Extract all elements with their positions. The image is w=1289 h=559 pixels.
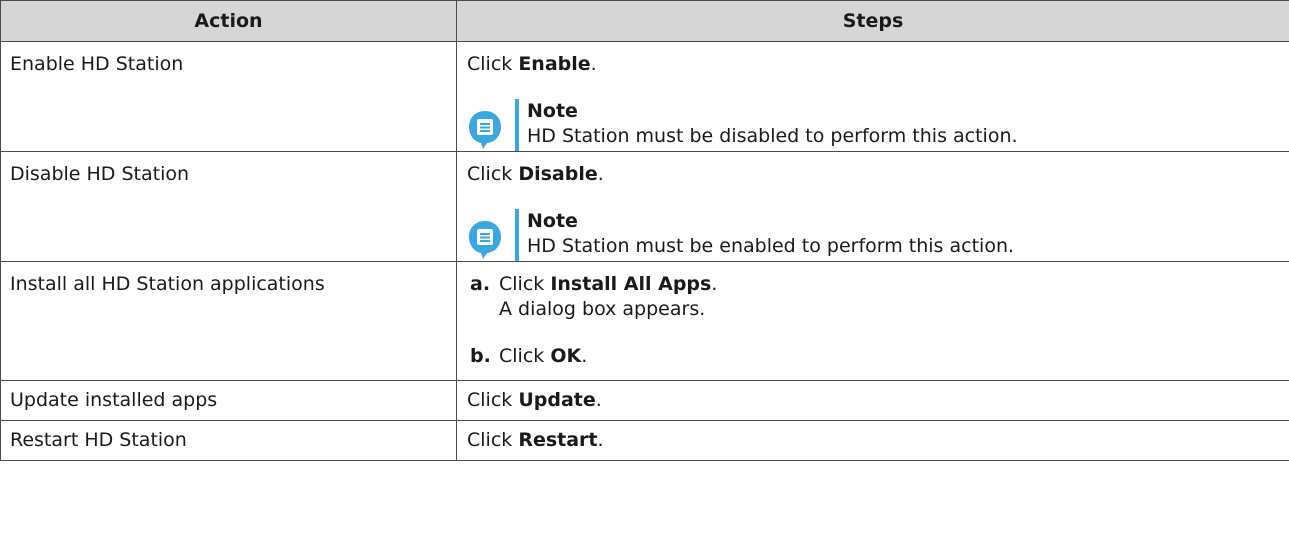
step-prefix: Click bbox=[467, 163, 519, 185]
table-row: Update installed apps Click Update. bbox=[0, 380, 1289, 421]
action-cell: Disable HD Station bbox=[0, 151, 457, 262]
note-accent-bar bbox=[515, 99, 519, 151]
step-bold: OK bbox=[550, 345, 582, 367]
steps-cell: Click Disable. Note HD Station must be e… bbox=[456, 151, 1289, 262]
action-cell: Install all HD Station applications bbox=[0, 261, 457, 381]
step-text: Click Update. bbox=[467, 388, 1279, 413]
step-bold: Update bbox=[518, 389, 596, 411]
header-steps: Steps bbox=[456, 0, 1289, 42]
note-title: Note bbox=[527, 210, 578, 232]
table-row: Enable HD Station Click Enable. Note HD … bbox=[0, 41, 1289, 152]
step-prefix: Click bbox=[467, 429, 519, 451]
steps-cell: Click Restart. bbox=[456, 420, 1289, 461]
step-suffix: . bbox=[711, 273, 718, 295]
step-b: b. Click OK. bbox=[457, 344, 1279, 369]
table-row: Restart HD Station Click Restart. bbox=[0, 420, 1289, 461]
step-text: Click Restart. bbox=[467, 428, 1279, 453]
steps-cell: Click Enable. Note HD Station must be di… bbox=[456, 41, 1289, 152]
table-header-row: Action Steps bbox=[0, 0, 1289, 42]
step-letter: b. bbox=[470, 345, 491, 367]
header-action: Action bbox=[0, 0, 457, 42]
steps-cell: Click Update. bbox=[456, 380, 1289, 421]
action-cell: Enable HD Station bbox=[0, 41, 457, 152]
step-prefix: Click bbox=[499, 345, 551, 367]
action-cell: Update installed apps bbox=[0, 380, 457, 421]
step-letter: a. bbox=[470, 273, 491, 295]
note-icon bbox=[469, 221, 501, 259]
step-text: Click Enable. bbox=[467, 52, 1279, 77]
step-text: Click Disable. bbox=[467, 162, 1279, 187]
step-suffix: . bbox=[590, 53, 597, 75]
step-suffix: . bbox=[595, 389, 602, 411]
note-content: Note HD Station must be disabled to perf… bbox=[527, 99, 1018, 151]
note-title: Note bbox=[527, 100, 578, 122]
step-suffix: . bbox=[597, 429, 604, 451]
table-row: Install all HD Station applications a. C… bbox=[0, 261, 1289, 381]
note-icon bbox=[469, 111, 501, 149]
step-bold: Restart bbox=[518, 429, 598, 451]
actions-table: Action Steps Enable HD Station Click Ena… bbox=[0, 0, 1289, 461]
step-a: a. Click Install All Apps. bbox=[457, 272, 1279, 297]
step-prefix: Click bbox=[467, 53, 519, 75]
note-box: Note HD Station must be enabled to perfo… bbox=[467, 209, 1279, 261]
step-bold: Enable bbox=[518, 53, 591, 75]
action-cell: Restart HD Station bbox=[0, 420, 457, 461]
note-box: Note HD Station must be disabled to perf… bbox=[467, 99, 1279, 151]
step-suffix: . bbox=[597, 163, 604, 185]
step-prefix: Click bbox=[499, 273, 551, 295]
step-bold: Install All Apps bbox=[550, 273, 712, 295]
step-bold: Disable bbox=[518, 163, 598, 185]
step-a-result: A dialog box appears. bbox=[499, 298, 706, 320]
step-text: Click OK. bbox=[499, 344, 587, 369]
note-text: HD Station must be disabled to perform t… bbox=[527, 125, 1018, 147]
step-text: Click Install All Apps. bbox=[499, 272, 717, 297]
note-text: HD Station must be enabled to perform th… bbox=[527, 235, 1015, 257]
step-suffix: . bbox=[581, 345, 588, 367]
note-accent-bar bbox=[515, 209, 519, 261]
step-prefix: Click bbox=[467, 389, 519, 411]
note-content: Note HD Station must be enabled to perfo… bbox=[527, 209, 1014, 261]
steps-cell: a. Click Install All Apps. A dialog box … bbox=[456, 261, 1289, 381]
table-row: Disable HD Station Click Disable. Note H… bbox=[0, 151, 1289, 262]
